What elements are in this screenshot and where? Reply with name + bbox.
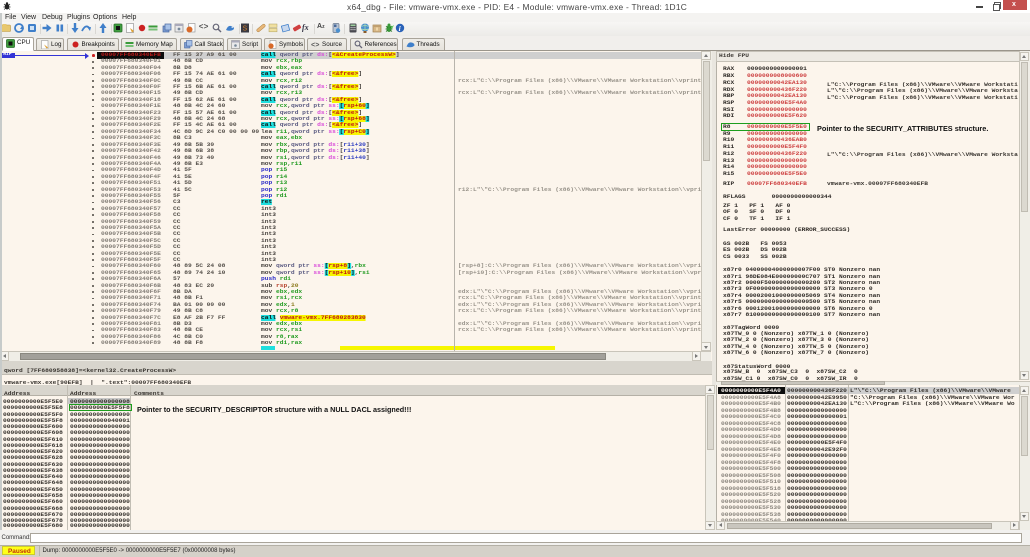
svg-text:<>: <> — [311, 42, 319, 49]
svg-text:S: S — [242, 26, 247, 33]
